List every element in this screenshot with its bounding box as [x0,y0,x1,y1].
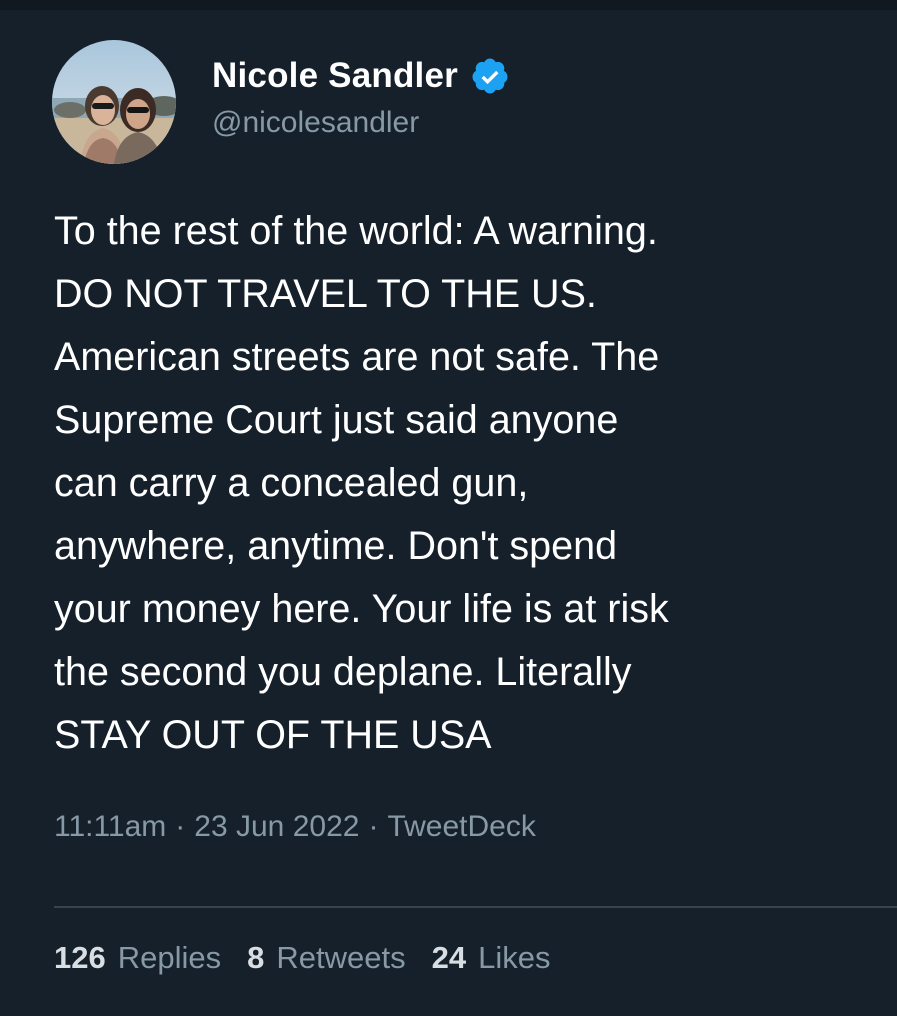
display-name[interactable]: Nicole Sandler [212,56,458,96]
tweet-header: Nicole Sandler @nicolesandler [52,40,510,164]
tweet-source[interactable]: TweetDeck [387,810,535,843]
tweet-text: To the rest of the world: A warning. DO … [54,209,669,757]
display-name-row: Nicole Sandler [212,56,510,96]
divider [54,906,897,908]
replies-stat[interactable]: 126 Replies [54,940,221,976]
likes-count: 24 [431,940,467,975]
top-edge [0,0,897,10]
retweets-label: Retweets [276,940,406,975]
likes-stat[interactable]: 24 Likes [432,940,551,976]
tweet-time[interactable]: 11:11am [54,810,166,843]
meta-separator: · [175,810,186,843]
tweet-stats: 126 Replies 8 Retweets 24 Likes [54,940,576,976]
author-names: Nicole Sandler @nicolesandler [212,56,510,140]
tweet-meta: 11:11am · 23 Jun 2022 · TweetDeck [54,810,536,844]
replies-label: Replies [117,940,222,975]
replies-count: 126 [54,940,106,975]
avatar-photo [52,40,176,164]
likes-label: Likes [478,940,551,975]
avatar[interactable] [52,40,176,164]
tweet-date[interactable]: 23 Jun 2022 [194,810,359,843]
retweets-stat[interactable]: 8 Retweets [247,940,405,976]
retweets-count: 8 [247,940,265,975]
meta-separator: · [368,810,379,843]
verified-badge-icon [470,56,510,96]
handle[interactable]: @nicolesandler [212,106,510,140]
